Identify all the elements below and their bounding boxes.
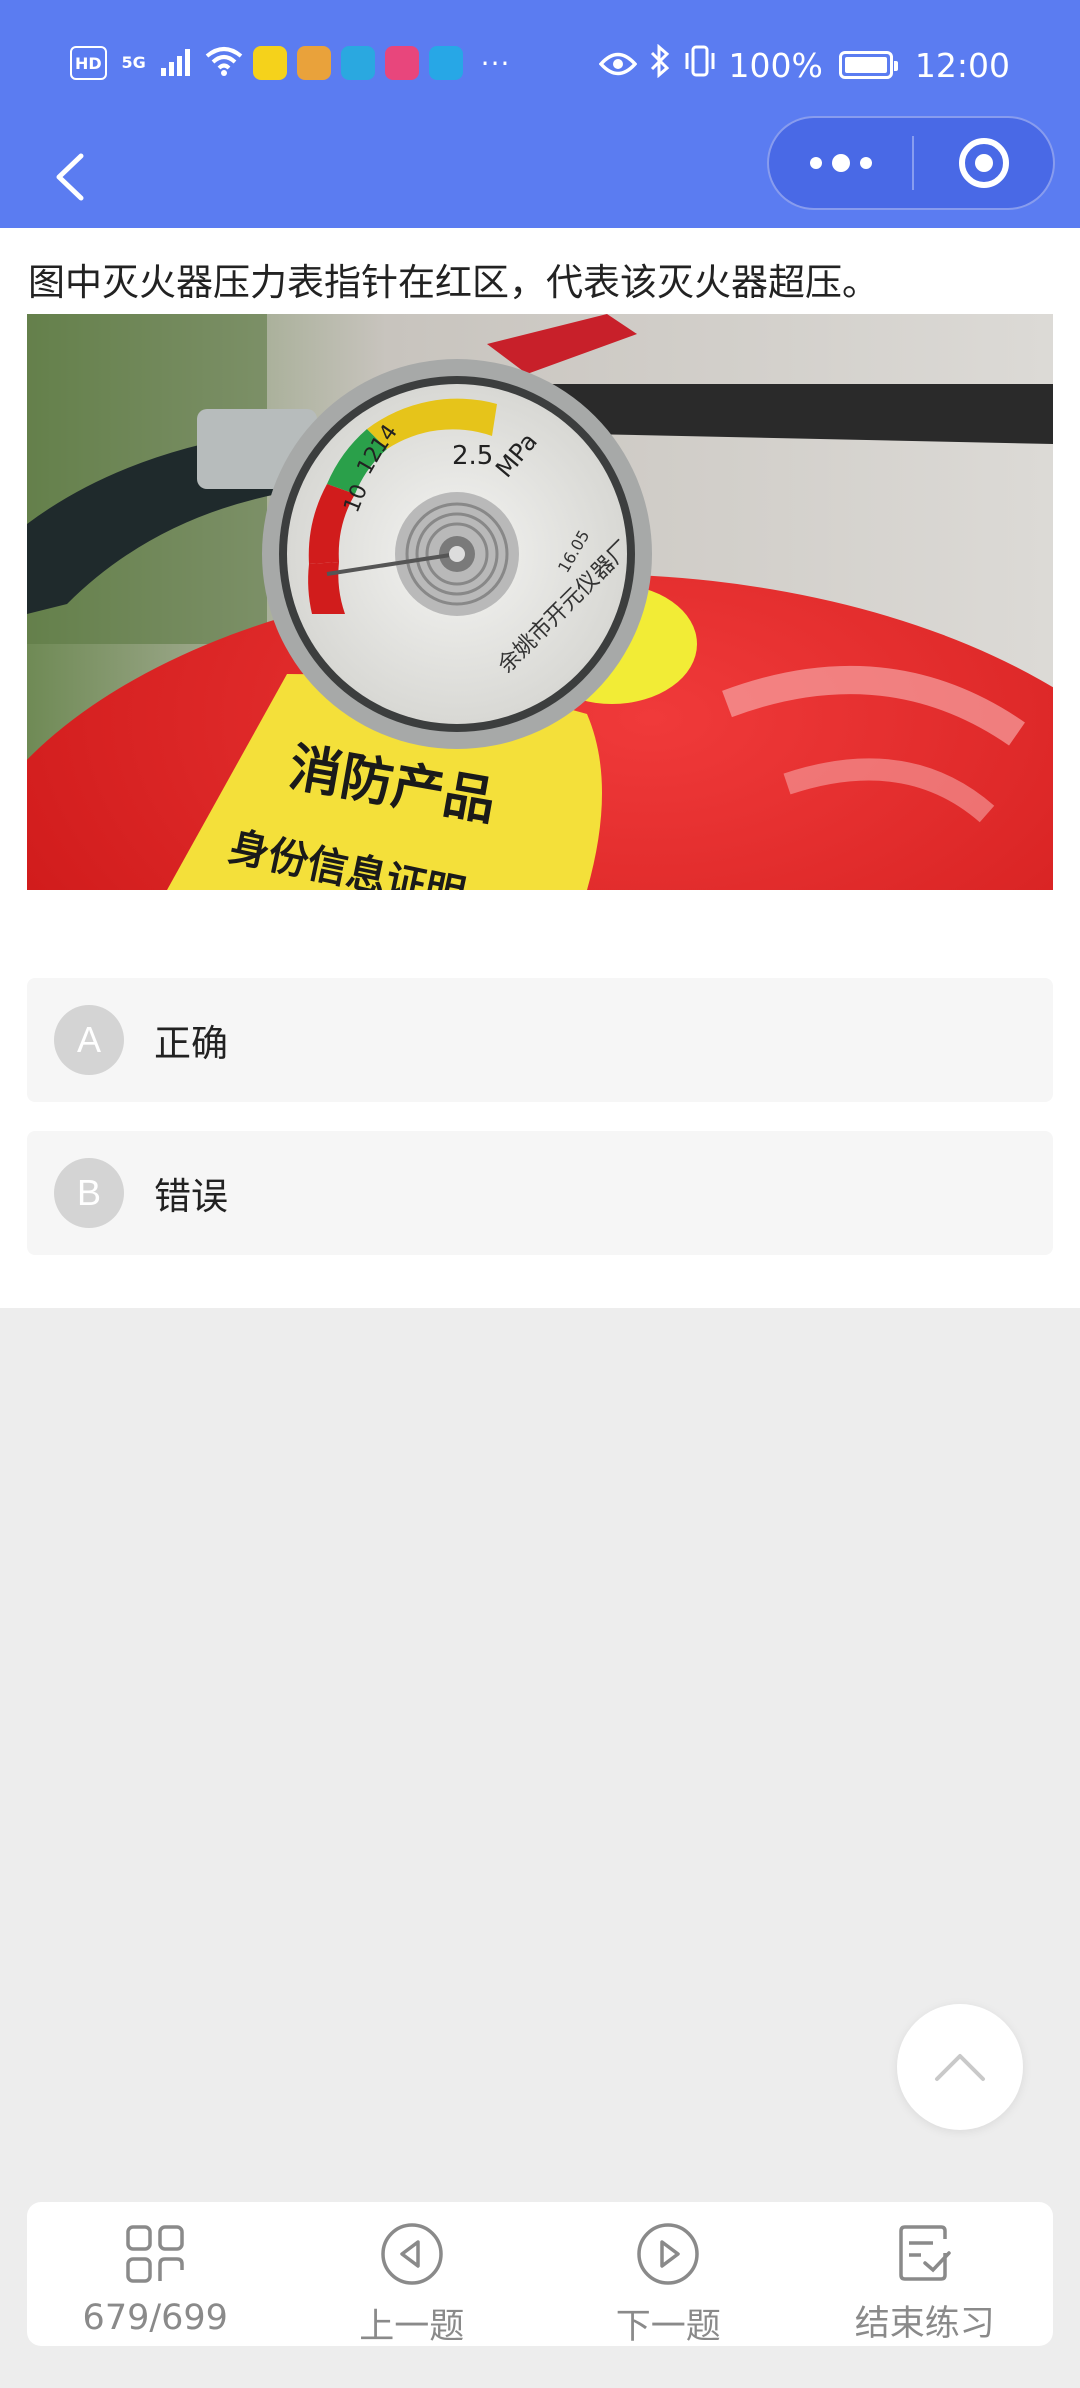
more-dots-icon xyxy=(859,157,872,169)
more-dots-icon xyxy=(809,157,822,169)
option-letter: A xyxy=(54,1005,124,1075)
more-dots-icon xyxy=(831,154,850,172)
miniprogram-capsule xyxy=(767,116,1055,210)
status-bar: HD 5G ··· 100% 12:00 xyxy=(0,0,1080,130)
finish-label: 结束练习 xyxy=(854,2304,995,2344)
option-a[interactable]: A 正确 xyxy=(27,978,1053,1102)
previous-question-button[interactable]: 上一题 xyxy=(284,2202,541,2347)
bluetooth-icon xyxy=(649,43,671,86)
previous-icon xyxy=(380,2222,444,2286)
more-notifications: ··· xyxy=(480,46,511,80)
battery-percent: 100% xyxy=(728,45,823,85)
question-index-button[interactable]: 679/699 xyxy=(27,2202,284,2346)
app-notification-icon xyxy=(340,46,375,80)
chevron-up-icon xyxy=(935,2054,985,2081)
hd-badge: HD xyxy=(70,46,107,80)
app-header: HD 5G ··· 100% 12:00 xyxy=(0,0,1080,228)
battery-icon xyxy=(838,51,898,79)
back-button[interactable] xyxy=(40,142,100,212)
target-circle-icon xyxy=(958,138,1009,188)
next-question-button[interactable]: 下一题 xyxy=(540,2202,797,2347)
chevron-left-icon xyxy=(56,153,84,201)
app-notification-icon xyxy=(428,46,463,80)
bottom-bar: 679/699 上一题 下一题 结束练习 xyxy=(27,2202,1054,2347)
video-app-icon xyxy=(384,46,419,80)
finish-icon xyxy=(893,2222,957,2283)
question-image: 消防产品 身份信息证明 10 12 14 2.5 MPa 余姚市开元仪器厂 16… xyxy=(27,314,1053,890)
app-notification-icon xyxy=(252,46,287,80)
vibrate-icon xyxy=(683,45,717,85)
option-text: 正确 xyxy=(154,1022,228,1065)
more-menu-button[interactable] xyxy=(769,118,912,208)
option-b[interactable]: B 错误 xyxy=(27,1131,1053,1255)
option-letter: B xyxy=(54,1158,124,1228)
previous-label: 上一题 xyxy=(359,2307,465,2347)
question-text: 图中灭火器压力表指针在红区，代表该灭火器超压。 xyxy=(28,261,879,304)
status-right: 100% 12:00 xyxy=(598,43,1010,86)
fire-extinguisher-gauge-photo: 消防产品 身份信息证明 10 12 14 2.5 MPa 余姚市开元仪器厂 16… xyxy=(27,314,1053,890)
weibo-icon xyxy=(296,46,331,80)
next-label: 下一题 xyxy=(615,2307,721,2347)
gauge-scale-25: 2.5 xyxy=(452,441,493,471)
grid-icon xyxy=(123,2222,187,2286)
option-text: 错误 xyxy=(154,1175,228,1218)
close-miniprogram-button[interactable] xyxy=(914,118,1053,208)
network-type: 5G xyxy=(121,53,146,72)
signal-icon xyxy=(160,46,195,80)
question-card: 图中灭火器压力表指针在红区，代表该灭火器超压。 消防产品 身份信息证明 10 1… xyxy=(0,228,1080,1308)
finish-practice-button[interactable]: 结束练习 xyxy=(797,2202,1054,2346)
clock: 12:00 xyxy=(914,45,1010,85)
progress-label: 679/699 xyxy=(82,2298,228,2338)
wifi-icon xyxy=(205,46,243,80)
eye-icon xyxy=(598,46,637,85)
scroll-to-top-button[interactable] xyxy=(897,2004,1023,2130)
status-left: HD 5G ··· xyxy=(70,46,510,80)
next-icon xyxy=(636,2222,700,2286)
